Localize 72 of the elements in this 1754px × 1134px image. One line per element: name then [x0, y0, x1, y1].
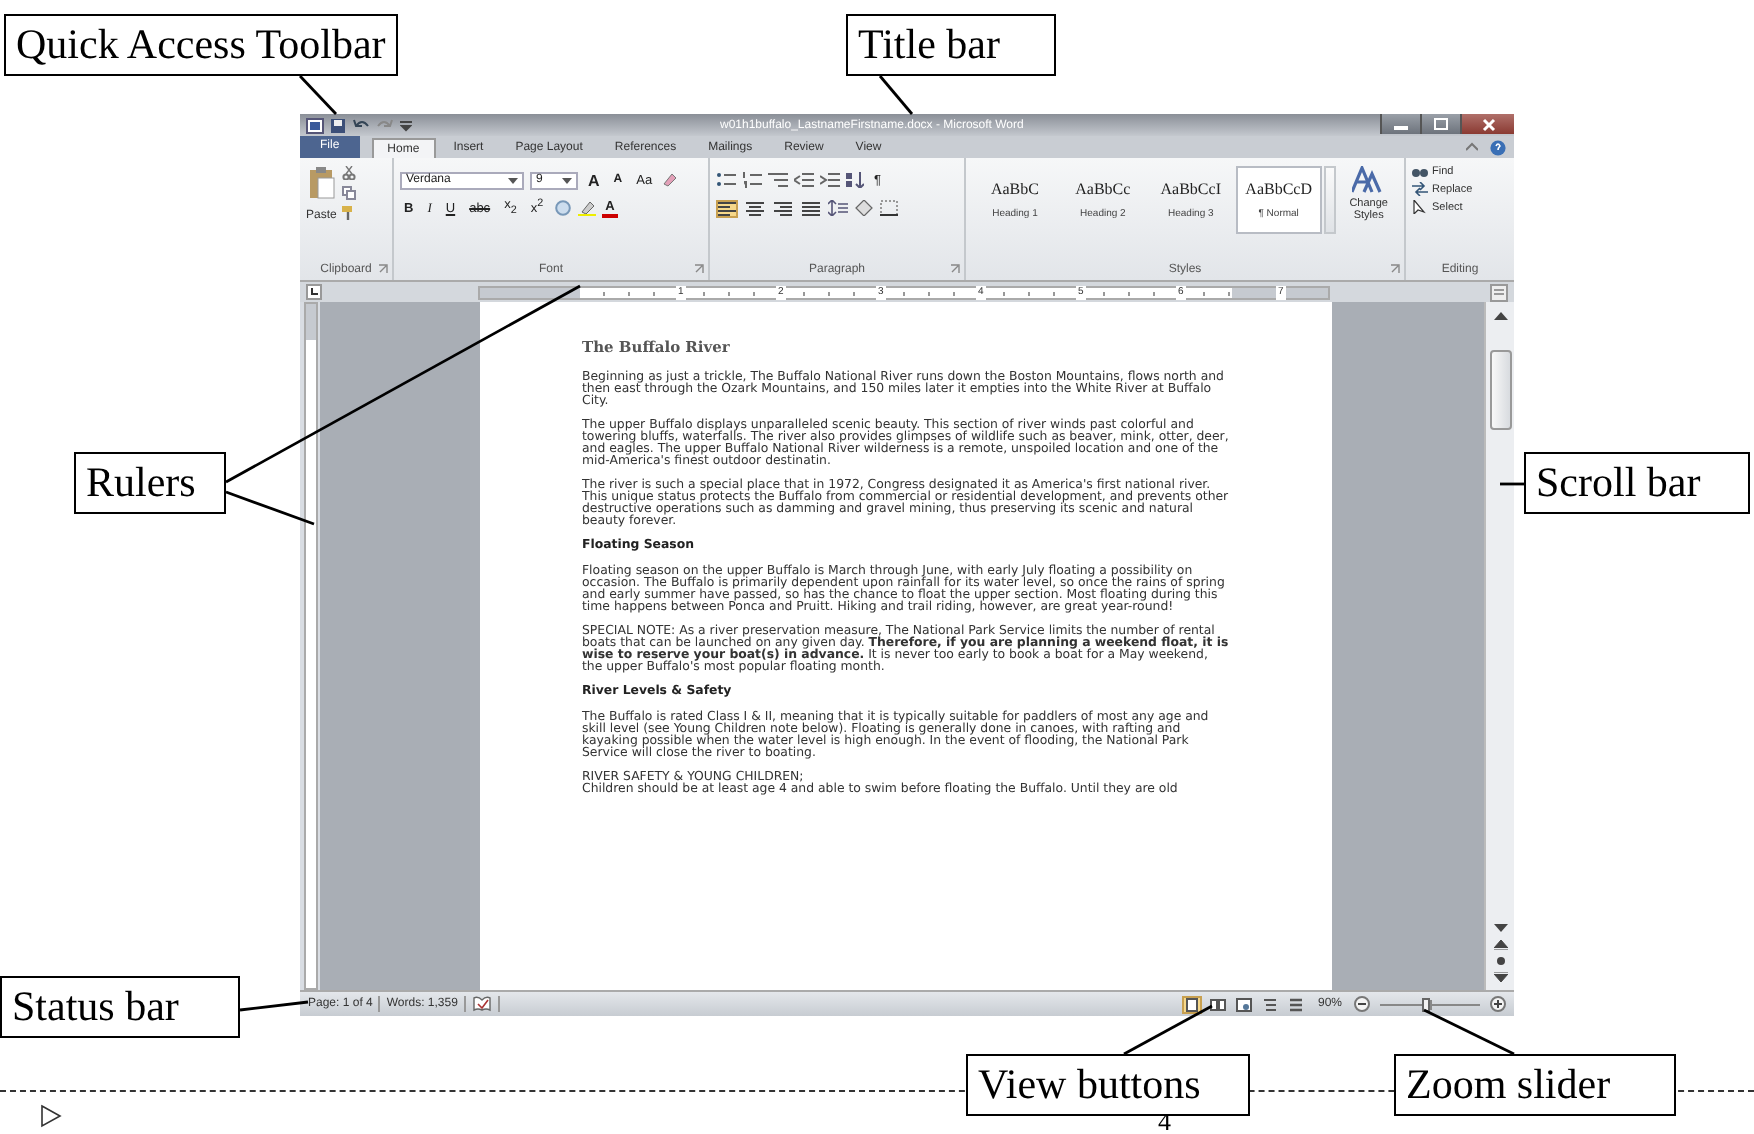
leader-line [225, 490, 315, 526]
callout-label: Rulers [74, 452, 226, 514]
callout-label: Status bar [0, 976, 240, 1038]
change-styles-icon [1352, 166, 1385, 194]
dialog-launcher-icon[interactable] [694, 264, 704, 274]
align-button[interactable] [800, 199, 822, 217]
caret-icon[interactable] [508, 177, 518, 183]
save-icon[interactable] [330, 117, 346, 133]
cursor-icon [1412, 200, 1428, 214]
increase-indent-icon[interactable] [820, 172, 840, 188]
view-button[interactable] [1181, 995, 1202, 1013]
leader-line [1423, 1008, 1515, 1056]
numbering-icon[interactable] [742, 172, 762, 188]
borders-icon[interactable] [880, 200, 898, 216]
arrows-icon [1412, 182, 1428, 196]
leader-line [299, 75, 337, 115]
tab-selector-icon[interactable] [306, 284, 322, 300]
styles-scroll-bar[interactable] [1323, 166, 1336, 234]
caret-icon[interactable] [562, 177, 572, 183]
copy-icon[interactable] [342, 186, 357, 200]
proofing-icon[interactable] [471, 996, 492, 1012]
scroll-thumb[interactable] [1489, 350, 1511, 430]
leader-line [1123, 1004, 1213, 1056]
scissors-icon[interactable] [342, 166, 357, 180]
view-button[interactable] [1233, 995, 1254, 1013]
grow-font-button[interactable]: A [584, 171, 604, 189]
zoom-out-icon[interactable] [1354, 996, 1370, 1012]
callout-label: View buttons [966, 1054, 1250, 1116]
leader-line [239, 1000, 309, 1012]
collapse-ribbon-icon[interactable] [1466, 142, 1478, 152]
align-button[interactable] [744, 199, 766, 217]
help-icon[interactable] [1490, 139, 1506, 155]
callout-label: Scroll bar [1524, 452, 1750, 514]
scroll-up-icon[interactable] [1493, 310, 1507, 320]
dialog-launcher-icon[interactable] [1390, 264, 1400, 274]
highlighter-icon[interactable] [577, 200, 596, 216]
minimize-button[interactable] [1380, 114, 1420, 134]
sort-icon[interactable] [846, 172, 864, 188]
align-button[interactable] [716, 199, 738, 217]
close-button[interactable] [1460, 114, 1514, 134]
app-icon[interactable] [306, 117, 324, 133]
text-effects-icon[interactable] [553, 200, 572, 216]
callout-label: Zoom slider [1394, 1054, 1676, 1116]
decrease-indent-icon[interactable] [794, 172, 814, 188]
bullets-icon[interactable] [716, 172, 736, 188]
maximize-button[interactable] [1420, 114, 1460, 134]
undo-icon[interactable] [352, 118, 370, 132]
customize-caret-icon[interactable] [400, 119, 412, 131]
brush-icon[interactable] [342, 206, 357, 220]
binoculars-icon [1412, 164, 1428, 178]
next-page-icon[interactable] [1493, 972, 1507, 982]
zoom-slider-thumb[interactable] [1421, 997, 1429, 1011]
scroll-down-icon[interactable] [1493, 924, 1507, 934]
multilevel-list-icon[interactable] [768, 172, 788, 188]
dialog-launcher-icon[interactable] [950, 264, 960, 274]
leader-line [878, 75, 914, 115]
close-icon [1481, 117, 1495, 131]
callout-label: Quick Access Toolbar [4, 14, 398, 76]
maximize-icon [1434, 118, 1448, 130]
shading-icon[interactable] [854, 200, 874, 216]
callout-label: Title bar [846, 14, 1056, 76]
dialog-launcher-icon[interactable] [378, 264, 388, 274]
align-button[interactable] [772, 199, 794, 217]
line-spacing-icon[interactable] [828, 200, 848, 216]
scroll-bar[interactable] [1484, 302, 1514, 990]
zoom-in-icon[interactable] [1490, 996, 1506, 1012]
browse-object-icon[interactable] [1493, 956, 1507, 966]
previous-page-icon[interactable] [1493, 940, 1507, 950]
leader-line [1500, 482, 1524, 486]
eraser-icon[interactable] [662, 172, 679, 188]
triangle-icon [40, 1104, 64, 1128]
view-button[interactable] [1207, 995, 1228, 1013]
